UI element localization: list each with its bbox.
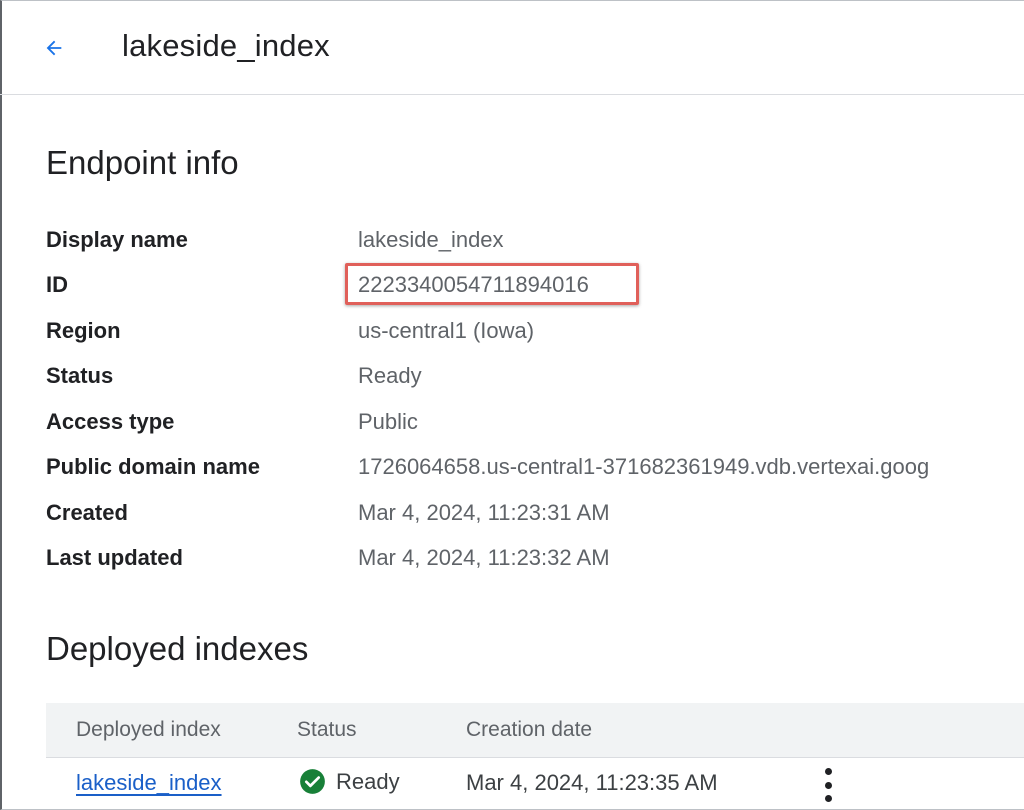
kebab-dot (824, 781, 832, 789)
info-value: Mar 4, 2024, 11:23:32 AM (358, 545, 610, 570)
info-value: 1726064658.us-central1-371682361949.vdb.… (358, 454, 930, 479)
info-label: Created (46, 500, 128, 525)
header-bar: lakeside_index (0, 0, 1024, 95)
column-header-creation-date[interactable]: Creation date (466, 718, 592, 742)
creation-date-value: Mar 4, 2024, 11:23:35 AM (466, 770, 718, 795)
id-highlight-box (345, 263, 639, 305)
window-frame (0, 0, 1024, 810)
info-label: Last updated (46, 545, 183, 570)
arrow-back-icon (46, 40, 62, 56)
info-label: ID (46, 272, 68, 297)
info-row-created: Created Mar 4, 2024, 11:23:31 AM (0, 500, 1024, 540)
kebab-dot (824, 795, 832, 802)
status-text: Ready (336, 768, 400, 794)
deployed-indexes-heading: Deployed indexes (46, 630, 309, 667)
info-label: Access type (46, 409, 175, 434)
check-circle-icon (300, 769, 325, 794)
info-label: Status (46, 363, 114, 388)
deployed-index-link[interactable]: lakeside_index (76, 770, 222, 796)
info-label: Display name (46, 227, 188, 252)
endpoint-info-heading: Endpoint info (46, 144, 239, 181)
info-value: Mar 4, 2024, 11:23:31 AM (358, 500, 610, 525)
column-header-deployed-index[interactable]: Deployed index (76, 718, 221, 742)
table-header: Deployed index Status Creation date (46, 703, 1024, 758)
back-button[interactable] (38, 32, 70, 64)
info-row-access-type: Access type Public (0, 409, 1024, 449)
info-value: Public (358, 409, 418, 434)
page-title: lakeside_index (122, 28, 330, 63)
more-vert-icon[interactable] (816, 768, 840, 802)
table-row: lakeside_index Ready Mar 4, 2024, 11:23:… (46, 758, 1024, 810)
info-row-region: Region us-central1 (Iowa) (0, 318, 1024, 358)
info-value: Ready (358, 363, 422, 388)
status-cell: Ready (299, 768, 400, 795)
info-value: lakeside_index (358, 227, 504, 252)
info-row-status: Status Ready (0, 363, 1024, 403)
info-value: us-central1 (Iowa) (358, 318, 535, 343)
info-row-last-updated: Last updated Mar 4, 2024, 11:23:32 AM (0, 545, 1024, 585)
column-header-status[interactable]: Status (297, 718, 357, 742)
info-label: Region (46, 318, 121, 343)
kebab-dot (824, 768, 832, 775)
info-label: Public domain name (46, 454, 260, 479)
info-row-display-name: Display name lakeside_index (0, 227, 1024, 267)
info-row-public-domain-name: Public domain name 1726064658.us-central… (0, 454, 1024, 494)
